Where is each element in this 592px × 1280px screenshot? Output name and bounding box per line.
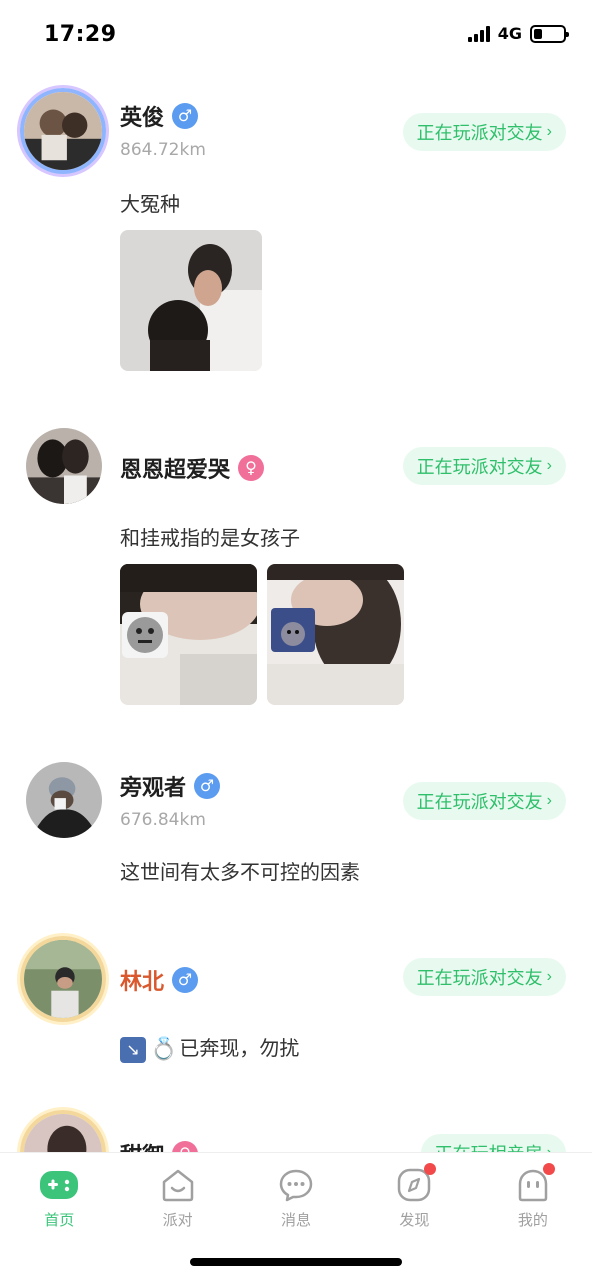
post-text: ↘ 💍 已奔现，勿扰 xyxy=(120,1032,299,1063)
post-photo-image xyxy=(120,230,262,371)
tab-party[interactable]: 派对 xyxy=(118,1153,236,1240)
male-gender-icon: ♂ xyxy=(172,967,199,993)
tab-discover[interactable]: 发现 xyxy=(355,1153,473,1240)
party-status-label: 正在玩派对交友 xyxy=(416,968,543,988)
name-row: 英俊 ♂ xyxy=(120,100,199,132)
notification-badge xyxy=(424,1163,437,1175)
chat-bubble-icon xyxy=(276,1167,316,1203)
post-text: 这世间有太多不可控的因素 xyxy=(120,860,360,884)
avatar[interactable] xyxy=(20,936,106,1022)
avatar-photo xyxy=(24,92,102,170)
chevron-right-icon: › xyxy=(546,123,552,140)
chevron-right-icon: › xyxy=(547,1144,552,1152)
feed-post[interactable]: 林北 ♂ 正在玩派对交友 › ↘ 💍 已奔现，勿扰 xyxy=(0,930,592,1110)
status-bar: 17:29 4G xyxy=(0,0,592,70)
party-status-button[interactable]: 正在玩派对交友 › xyxy=(402,782,566,820)
post-photo-image xyxy=(267,564,404,705)
battery-icon xyxy=(530,24,569,43)
signal-icon xyxy=(467,25,490,42)
avatar-photo xyxy=(24,940,102,1018)
network-type: 4G xyxy=(497,24,522,43)
avatar-photo xyxy=(26,762,102,838)
chevron-right-icon: › xyxy=(546,457,552,474)
distance: 676.84km xyxy=(120,810,206,830)
post-text: 大冤种 xyxy=(120,192,180,216)
party-status-label: 正在玩派对交友 xyxy=(416,457,543,477)
bottom-tab-bar: 首页 派对 消息 发现 我的 xyxy=(0,1152,592,1240)
distance: 864.72km xyxy=(120,140,206,160)
party-house-icon xyxy=(158,1167,198,1203)
avatar[interactable] xyxy=(20,1110,106,1152)
gamepad-icon xyxy=(39,1167,79,1203)
avatar-photo xyxy=(26,428,102,504)
party-status-label: 正在玩派对交友 xyxy=(416,123,543,143)
chevron-right-icon: › xyxy=(546,968,552,985)
user-name: 林北 xyxy=(120,970,165,995)
post-text: 和挂戒指的是女孩子 xyxy=(120,526,300,550)
compass-icon xyxy=(394,1163,437,1203)
male-gender-icon: ♂ xyxy=(172,103,199,129)
party-status-button[interactable]: 正在玩相亲房 › xyxy=(420,1134,566,1152)
party-status-button[interactable]: 正在玩派对交友 › xyxy=(402,113,566,151)
name-row: 林北 ♂ xyxy=(120,964,199,996)
tab-label: 派对 xyxy=(162,1211,193,1229)
female-gender-icon: ♀ xyxy=(172,1141,199,1152)
party-status-label: 正在玩派对交友 xyxy=(416,792,543,812)
user-name: 旁观者 xyxy=(120,776,187,801)
battery-level xyxy=(534,28,543,39)
post-photo-image xyxy=(120,564,257,705)
profile-face-icon xyxy=(513,1163,555,1203)
tab-label: 首页 xyxy=(44,1211,75,1229)
status-time: 17:29 xyxy=(44,22,117,47)
user-feed[interactable]: 英俊 ♂ 864.72km 正在玩派对交友 › 大冤种 恩恩超爱哭 ♀ 正在玩派… xyxy=(0,80,592,1152)
tab-profile[interactable]: 我的 xyxy=(474,1153,592,1240)
tab-messages[interactable]: 消息 xyxy=(237,1153,355,1240)
party-status-label: 正在玩相亲房 xyxy=(435,1140,543,1152)
user-name: 恩恩超爱哭 xyxy=(120,458,231,483)
tab-label: 消息 xyxy=(281,1211,312,1229)
name-row: 旁观者 ♂ xyxy=(120,770,221,802)
feed-post[interactable]: 恩恩超爱哭 ♀ 正在玩派对交友 › 和挂戒指的是女孩子 xyxy=(0,420,592,740)
post-text-content: 已奔现，勿扰 xyxy=(179,1036,300,1060)
ring-emoji: 💍 xyxy=(150,1037,178,1062)
male-gender-icon: ♂ xyxy=(194,773,221,799)
feed-post[interactable]: 旁观者 ♂ 676.84km 正在玩派对交友 › 这世间有太多不可控的因素 xyxy=(0,750,592,930)
home-indicator[interactable] xyxy=(190,1258,402,1266)
post-photo[interactable] xyxy=(120,564,257,705)
notification-badge xyxy=(542,1163,555,1175)
chevron-right-icon: › xyxy=(546,792,552,809)
avatar[interactable] xyxy=(26,762,102,838)
tab-label: 我的 xyxy=(517,1211,548,1229)
tab-label: 发现 xyxy=(399,1211,430,1229)
name-row: 恩恩超爱哭 ♀ xyxy=(120,452,265,484)
post-photo[interactable] xyxy=(120,230,262,371)
female-gender-icon: ♀ xyxy=(238,455,265,481)
feed-post[interactable]: 英俊 ♂ 864.72km 正在玩派对交友 › 大冤种 xyxy=(0,80,592,410)
user-name: 英俊 xyxy=(120,106,165,131)
party-status-button[interactable]: 正在玩派对交友 › xyxy=(402,447,566,485)
avatar[interactable] xyxy=(20,88,106,174)
avatar[interactable] xyxy=(26,428,102,504)
avatar-photo xyxy=(24,1114,102,1152)
feed-post[interactable]: 甜御 ♀ 正在玩相亲房 › xyxy=(0,1110,592,1152)
post-photo[interactable] xyxy=(267,564,404,705)
name-row: 甜御 ♀ xyxy=(120,1138,199,1152)
status-indicators: 4G xyxy=(467,24,569,43)
arrow-down-right-emoji: ↘ xyxy=(120,1036,146,1063)
party-status-button[interactable]: 正在玩派对交友 › xyxy=(402,958,566,996)
tab-home[interactable]: 首页 xyxy=(0,1153,118,1240)
user-name: 甜御 xyxy=(120,1138,164,1152)
